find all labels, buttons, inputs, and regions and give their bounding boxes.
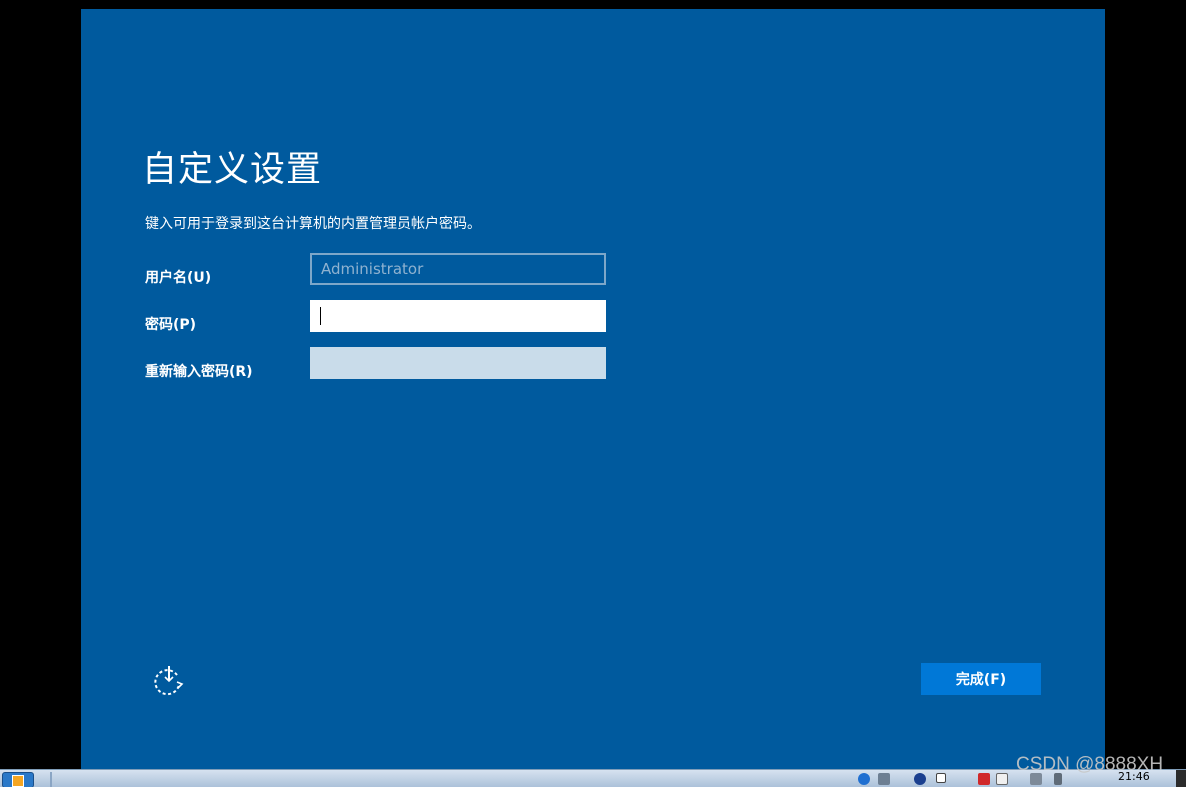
username-field[interactable] <box>310 253 606 285</box>
page-title: 自定义设置 <box>142 150 323 190</box>
text-caret <box>320 307 321 325</box>
setup-panel: 自定义设置 键入可用于登录到这台计算机的内置管理员帐户密码。 用户名(U) 密码… <box>81 9 1105 769</box>
username-label: 用户名(U) <box>145 270 212 286</box>
host-taskbar: 21:46 <box>0 769 1186 787</box>
reenter-password-field[interactable] <box>310 347 606 379</box>
start-button[interactable] <box>2 772 34 787</box>
password-label: 密码(P) <box>145 317 197 333</box>
security-alert-icon[interactable] <box>978 773 990 785</box>
network-icon[interactable] <box>996 773 1008 785</box>
restore-icon[interactable] <box>936 773 946 783</box>
input-method-icon[interactable] <box>858 773 870 785</box>
csdn-watermark: CSDN @8888XH <box>1016 754 1164 775</box>
taskbar-divider <box>50 772 52 787</box>
reenter-password-label: 重新输入密码(R) <box>145 364 253 380</box>
ease-of-access-icon[interactable] <box>151 663 187 699</box>
finish-button[interactable]: 完成(F) <box>921 663 1041 695</box>
language-bar-icon[interactable] <box>878 773 890 785</box>
vm-screen: 自定义设置 键入可用于登录到这台计算机的内置管理员帐户密码。 用户名(U) 密码… <box>0 0 1186 787</box>
setup-description: 键入可用于登录到这台计算机的内置管理员帐户密码。 <box>145 216 481 232</box>
help-icon[interactable] <box>914 773 926 785</box>
password-field[interactable] <box>310 300 606 332</box>
window-edge <box>1176 770 1186 787</box>
